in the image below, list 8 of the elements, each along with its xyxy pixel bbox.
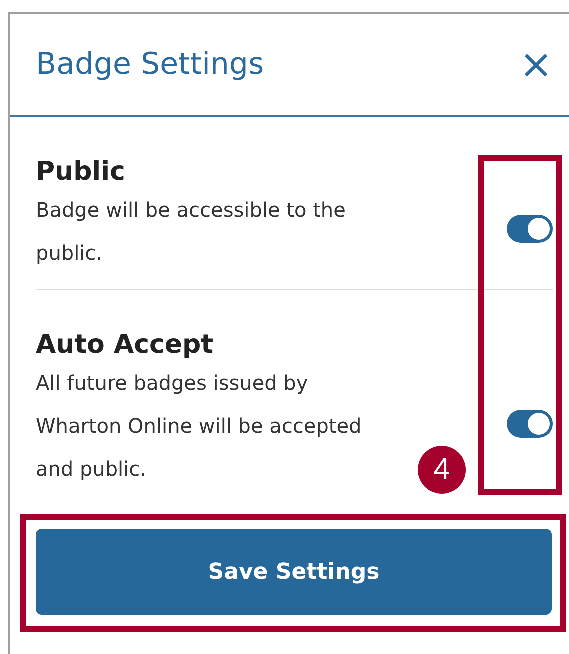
- setting-title: Public: [36, 156, 126, 189]
- setting-description: Badge will be accessible to the public.: [36, 197, 346, 267]
- setting-description: All future badges issued by Wharton Online will be accepted and public.: [36, 370, 362, 483]
- step-number-badge: 4: [418, 446, 466, 494]
- save-settings-button[interactable]: Save Settings: [36, 529, 552, 615]
- dialog-title: Badge Settings: [36, 47, 264, 82]
- setting-title: Auto Accept: [36, 329, 215, 362]
- close-button[interactable]: ×: [515, 44, 557, 84]
